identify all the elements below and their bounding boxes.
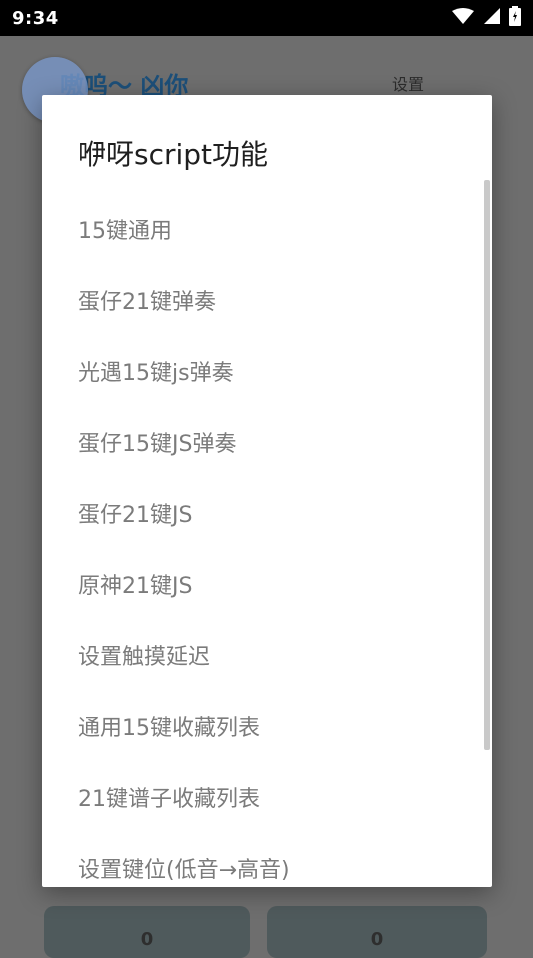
- menu-item-genshin-21key-js[interactable]: 原神21键JS: [78, 568, 192, 600]
- counter-value-right: 0: [370, 928, 384, 950]
- menu-item-eggy-21key-play[interactable]: 蛋仔21键弹奏: [78, 284, 216, 316]
- script-menu-dialog: 咿呀script功能 15键通用 蛋仔21键弹奏 光遇15键js弹奏 蛋仔15键…: [42, 95, 492, 887]
- menu-item-eggy-21key-js[interactable]: 蛋仔21键JS: [78, 497, 192, 529]
- menu-item-sky-15key-js-play[interactable]: 光遇15键js弹奏: [78, 355, 234, 387]
- settings-button[interactable]: 设置: [392, 71, 424, 95]
- menu-item-15key-favorites[interactable]: 通用15键收藏列表: [78, 710, 260, 742]
- menu-item-key-position-settings[interactable]: 设置键位(低音→高音): [78, 852, 290, 884]
- menu-item-15key-general[interactable]: 15键通用: [78, 213, 172, 245]
- status-bar: 9:34: [0, 0, 533, 36]
- dialog-scrollbar[interactable]: [484, 180, 490, 750]
- status-time: 9:34: [12, 7, 59, 29]
- wifi-icon: [451, 7, 475, 29]
- counter-card-right[interactable]: 0: [267, 906, 487, 958]
- menu-item-21key-sheet-favorites[interactable]: 21键谱子收藏列表: [78, 781, 260, 813]
- status-icons: [451, 6, 521, 30]
- battery-icon: [509, 6, 521, 30]
- menu-item-eggy-15key-js-play[interactable]: 蛋仔15键JS弹奏: [78, 426, 236, 458]
- menu-item-touch-delay[interactable]: 设置触摸延迟: [78, 639, 210, 671]
- counter-card-left[interactable]: 0: [44, 906, 250, 958]
- signal-icon: [483, 7, 501, 29]
- counter-value-left: 0: [140, 928, 154, 950]
- dialog-title: 咿呀script功能: [78, 138, 269, 171]
